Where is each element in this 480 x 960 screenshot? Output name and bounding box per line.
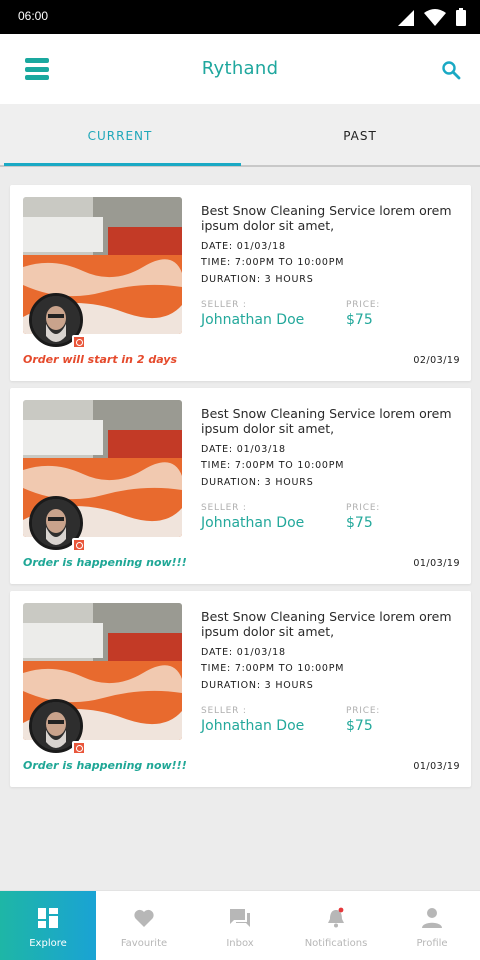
order-duration: DURATION: 3 HOURS: [201, 680, 314, 691]
order-status: Order is happening now!!!: [23, 556, 187, 569]
seller-label: SELLER :: [201, 300, 247, 310]
person-icon: [422, 908, 442, 928]
nav-profile-label: Profile: [416, 938, 448, 949]
order-time: TIME: 7:00PM TO 10:00PM: [201, 257, 345, 268]
price-label: PRICE:: [346, 706, 381, 716]
explore-icon: [38, 908, 58, 928]
verified-badge-icon: [72, 538, 86, 552]
nav-inbox-label: Inbox: [226, 938, 254, 949]
tab-current[interactable]: CURRENT: [0, 104, 240, 167]
bottom-nav: Explore Favourite Inbox Notifications Pr…: [0, 890, 480, 960]
seller-label: SELLER :: [201, 706, 247, 716]
heart-icon: [134, 909, 154, 927]
card-date: 02/03/19: [413, 355, 460, 366]
tab-past[interactable]: PAST: [240, 104, 480, 167]
order-duration: DURATION: 3 HOURS: [201, 274, 314, 285]
order-status: Order will start in 2 days: [23, 353, 177, 366]
price-value: $75: [346, 312, 373, 328]
service-title: Best Snow Cleaning Service lorem orem ip…: [201, 203, 452, 233]
service-title: Best Snow Cleaning Service lorem orem ip…: [201, 609, 452, 639]
price-label: PRICE:: [346, 503, 381, 513]
order-date: DATE: 01/03/18: [201, 647, 286, 658]
bell-icon: [328, 907, 344, 928]
status-time: 06:00: [18, 9, 49, 23]
order-date: DATE: 01/03/18: [201, 444, 286, 455]
seller-name[interactable]: Johnathan Doe: [201, 515, 304, 531]
nav-notifications[interactable]: Notifications: [288, 891, 384, 960]
card-date: 01/03/19: [413, 761, 460, 772]
order-card[interactable]: Best Snow Cleaning Service lorem orem ip…: [10, 185, 471, 381]
price-value: $75: [346, 515, 373, 531]
price-label: PRICE:: [346, 300, 381, 310]
app-title: Rythand: [201, 58, 279, 79]
order-card[interactable]: Best Snow Cleaning Service lorem orem ip…: [10, 591, 471, 787]
app-bar: Rythand: [0, 34, 480, 104]
seller-name[interactable]: Johnathan Doe: [201, 718, 304, 734]
signal-icon: [398, 10, 414, 26]
order-time: TIME: 7:00PM TO 10:00PM: [201, 663, 345, 674]
tab-indicator: [4, 163, 241, 166]
nav-explore-label: Explore: [29, 938, 67, 949]
order-card[interactable]: Best Snow Cleaning Service lorem orem ip…: [10, 388, 471, 584]
nav-explore[interactable]: Explore: [0, 891, 96, 960]
order-duration: DURATION: 3 HOURS: [201, 477, 314, 488]
seller-label: SELLER :: [201, 503, 247, 513]
chat-icon: [230, 909, 250, 927]
order-date: DATE: 01/03/18: [201, 241, 286, 252]
battery-icon: [456, 8, 466, 26]
nav-inbox[interactable]: Inbox: [192, 891, 288, 960]
price-value: $75: [346, 718, 373, 734]
search-icon[interactable]: [441, 60, 461, 80]
order-tabs: CURRENT PAST: [0, 104, 480, 167]
order-time: TIME: 7:00PM TO 10:00PM: [201, 460, 345, 471]
nav-favourite[interactable]: Favourite: [96, 891, 192, 960]
nav-favourite-label: Favourite: [120, 938, 168, 949]
wifi-icon: [424, 9, 446, 26]
order-status: Order is happening now!!!: [23, 759, 187, 772]
verified-badge-icon: [72, 741, 86, 755]
nav-profile[interactable]: Profile: [384, 891, 480, 960]
service-title: Best Snow Cleaning Service lorem orem ip…: [201, 406, 452, 436]
verified-badge-icon: [72, 335, 86, 349]
status-bar: 06:00: [0, 0, 480, 34]
card-date: 01/03/19: [413, 558, 460, 569]
status-icons: [398, 8, 466, 26]
nav-notifications-label: Notifications: [304, 938, 368, 949]
seller-name[interactable]: Johnathan Doe: [201, 312, 304, 328]
